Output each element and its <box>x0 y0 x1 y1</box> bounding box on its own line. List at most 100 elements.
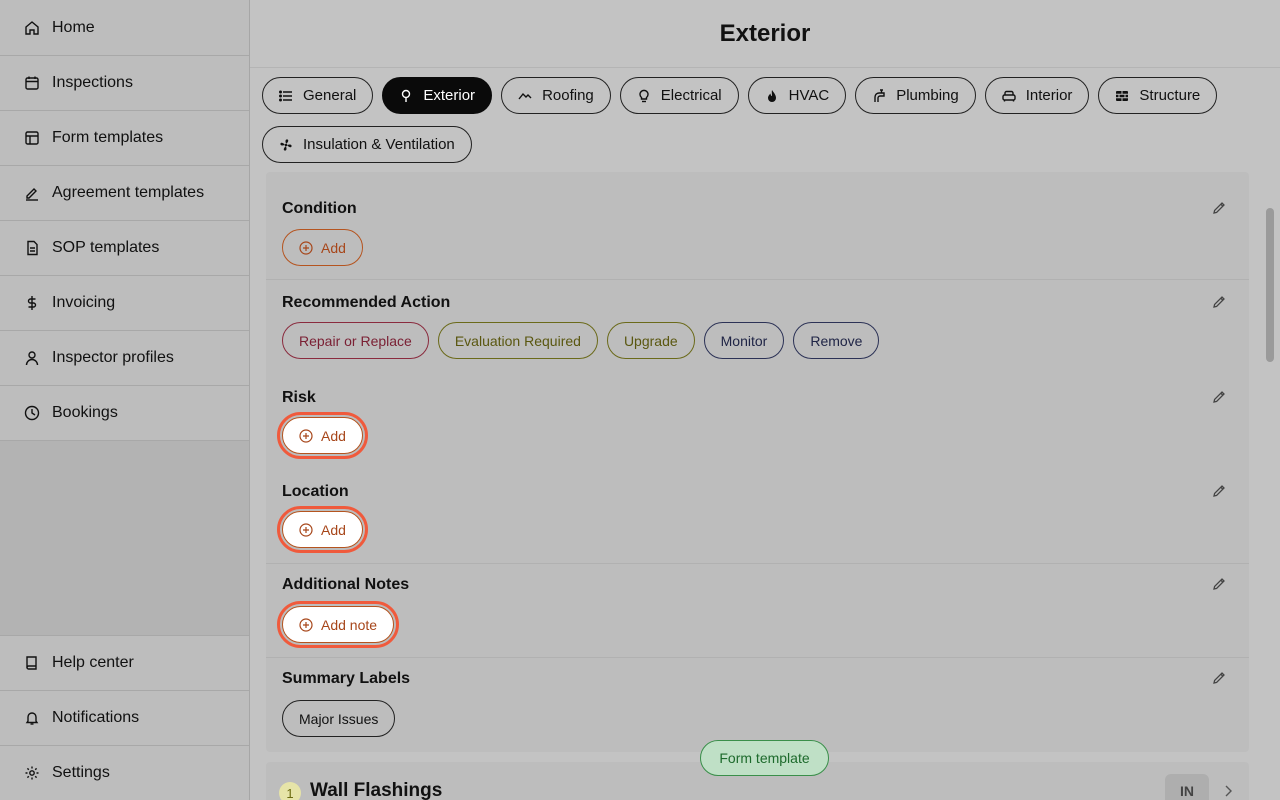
sidebar-item-label: Inspector profiles <box>52 349 174 366</box>
section-title: Condition <box>282 200 357 217</box>
status-badge[interactable]: IN <box>1165 774 1209 800</box>
page-header: Exterior <box>250 0 1280 68</box>
sidebar-bottom-nav: Help center Notifications Settings <box>0 635 249 800</box>
pencil-icon[interactable] <box>1211 294 1227 310</box>
sidebar-nav: Home Inspections Form templates Agreemen… <box>0 0 249 441</box>
recommended-action-chips: Repair or Replace Evaluation Required Up… <box>282 322 880 359</box>
section-title: Risk <box>282 389 316 406</box>
plus-circle-icon <box>299 428 313 443</box>
pencil-icon[interactable] <box>1211 200 1227 216</box>
list-icon <box>279 90 292 101</box>
tab-structure[interactable]: Structure <box>1098 77 1218 114</box>
pencil-icon[interactable] <box>1211 389 1227 405</box>
plus-circle-icon <box>299 522 313 537</box>
roof-icon <box>518 92 532 99</box>
item-title: Wall Flashings <box>310 780 443 800</box>
pencil-icon[interactable] <box>1211 483 1227 499</box>
condition-add-button[interactable]: Add <box>282 229 363 266</box>
section-location: Location Add <box>266 469 1249 564</box>
tab-label: Interior <box>1025 87 1073 104</box>
sidebar-item-label: Invoicing <box>52 294 116 311</box>
section-additional-notes: Additional Notes Add note <box>266 564 1249 658</box>
section-condition: Condition Add <box>266 187 1249 280</box>
home-icon <box>25 20 39 35</box>
chip-monitor[interactable]: Monitor <box>703 322 785 359</box>
sidebar-item-agreement-templates[interactable]: Agreement templates <box>0 166 249 221</box>
tab-interior[interactable]: Interior <box>984 77 1090 114</box>
tab-general[interactable]: General <box>262 77 374 114</box>
sidebar-item-label: Notifications <box>52 709 140 726</box>
location-add-button[interactable]: Add <box>277 506 368 553</box>
tab-electrical[interactable]: Electrical <box>619 77 739 114</box>
sidebar: Home Inspections Form templates Agreemen… <box>0 0 250 800</box>
form-template-pill[interactable]: Form template <box>700 740 829 776</box>
summary-labels-chips: Major Issues <box>282 700 396 737</box>
faucet-icon <box>874 88 885 102</box>
sidebar-item-inspector-profiles[interactable]: Inspector profiles <box>0 331 249 386</box>
chip-remove[interactable]: Remove <box>793 322 880 359</box>
item-number-badge: 1 <box>279 782 301 800</box>
plus-circle-icon <box>299 240 313 255</box>
chip-upgrade[interactable]: Upgrade <box>606 322 695 359</box>
chevron-right-icon <box>1225 785 1232 797</box>
sidebar-item-label: Form templates <box>52 129 164 146</box>
sidebar-item-inspections[interactable]: Inspections <box>0 56 249 111</box>
sidebar-item-help-center[interactable]: Help center <box>0 635 249 690</box>
sidebar-item-notifications[interactable]: Notifications <box>0 690 249 745</box>
chip-evaluation-required[interactable]: Evaluation Required <box>437 322 598 359</box>
sofa-icon <box>1002 90 1016 101</box>
section-recommended-action: Recommended Action Repair or Replace Eva… <box>266 280 1249 374</box>
bricks-icon <box>1116 90 1129 101</box>
sidebar-item-label: Settings <box>52 764 110 781</box>
tab-roofing[interactable]: Roofing <box>501 77 611 114</box>
page-title: Exterior <box>719 19 811 47</box>
pencil-icon[interactable] <box>1211 670 1227 686</box>
tab-exterior[interactable]: Exterior <box>382 77 493 114</box>
section-title: Location <box>282 483 349 500</box>
tab-hvac[interactable]: HVAC <box>747 77 847 114</box>
tab-label: Roofing <box>542 87 594 104</box>
chip-major-issues[interactable]: Major Issues <box>282 700 396 737</box>
sidebar-item-label: Inspections <box>52 74 133 91</box>
section-risk: Risk Add <box>266 374 1249 469</box>
tab-label: Structure <box>1139 87 1201 104</box>
main-content: Exterior General Exterior Roofing Electr… <box>250 0 1280 800</box>
section-title: Summary Labels <box>282 670 411 687</box>
sidebar-item-settings[interactable]: Settings <box>0 745 249 800</box>
sidebar-item-label: Help center <box>52 654 134 671</box>
chip-repair-or-replace[interactable]: Repair or Replace <box>282 322 429 359</box>
sidebar-item-label: SOP templates <box>52 239 160 256</box>
tab-plumbing[interactable]: Plumbing <box>855 77 976 114</box>
section-tabs: General Exterior Roofing Electrical HVAC… <box>262 77 1242 163</box>
document-icon <box>27 240 38 256</box>
sidebar-item-label: Agreement templates <box>52 184 205 201</box>
section-summary-labels: Summary Labels Major Issues <box>266 658 1249 752</box>
sidebar-item-label: Bookings <box>52 404 118 421</box>
signature-icon <box>26 188 38 201</box>
risk-add-button[interactable]: Add <box>277 412 368 459</box>
user-icon <box>25 351 39 366</box>
tab-label: General <box>303 87 357 104</box>
book-icon <box>26 656 37 670</box>
location-chips: Add <box>277 506 368 553</box>
sidebar-item-form-templates[interactable]: Form templates <box>0 111 249 166</box>
plus-circle-icon <box>299 617 313 632</box>
tab-insulation-ventilation[interactable]: Insulation & Ventilation <box>262 126 472 163</box>
bulb-icon <box>639 89 649 102</box>
pencil-icon[interactable] <box>1211 576 1227 592</box>
add-note-button[interactable]: Add note <box>276 601 400 648</box>
sidebar-item-sop-templates[interactable]: SOP templates <box>0 221 249 276</box>
tab-label: Plumbing <box>896 87 959 104</box>
tab-label: Electrical <box>660 87 722 104</box>
section-title: Additional Notes <box>282 576 410 593</box>
sidebar-item-home[interactable]: Home <box>0 0 249 56</box>
clock-icon <box>24 405 40 421</box>
tab-label: Exterior <box>423 87 476 104</box>
risk-chips: Add <box>277 412 368 459</box>
gear-icon <box>25 766 39 780</box>
sidebar-item-invoicing[interactable]: Invoicing <box>0 276 249 331</box>
sidebar-item-bookings[interactable]: Bookings <box>0 386 249 441</box>
tab-label: HVAC <box>788 87 830 104</box>
section-title: Recommended Action <box>282 294 451 311</box>
scrollbar[interactable] <box>1266 208 1274 362</box>
